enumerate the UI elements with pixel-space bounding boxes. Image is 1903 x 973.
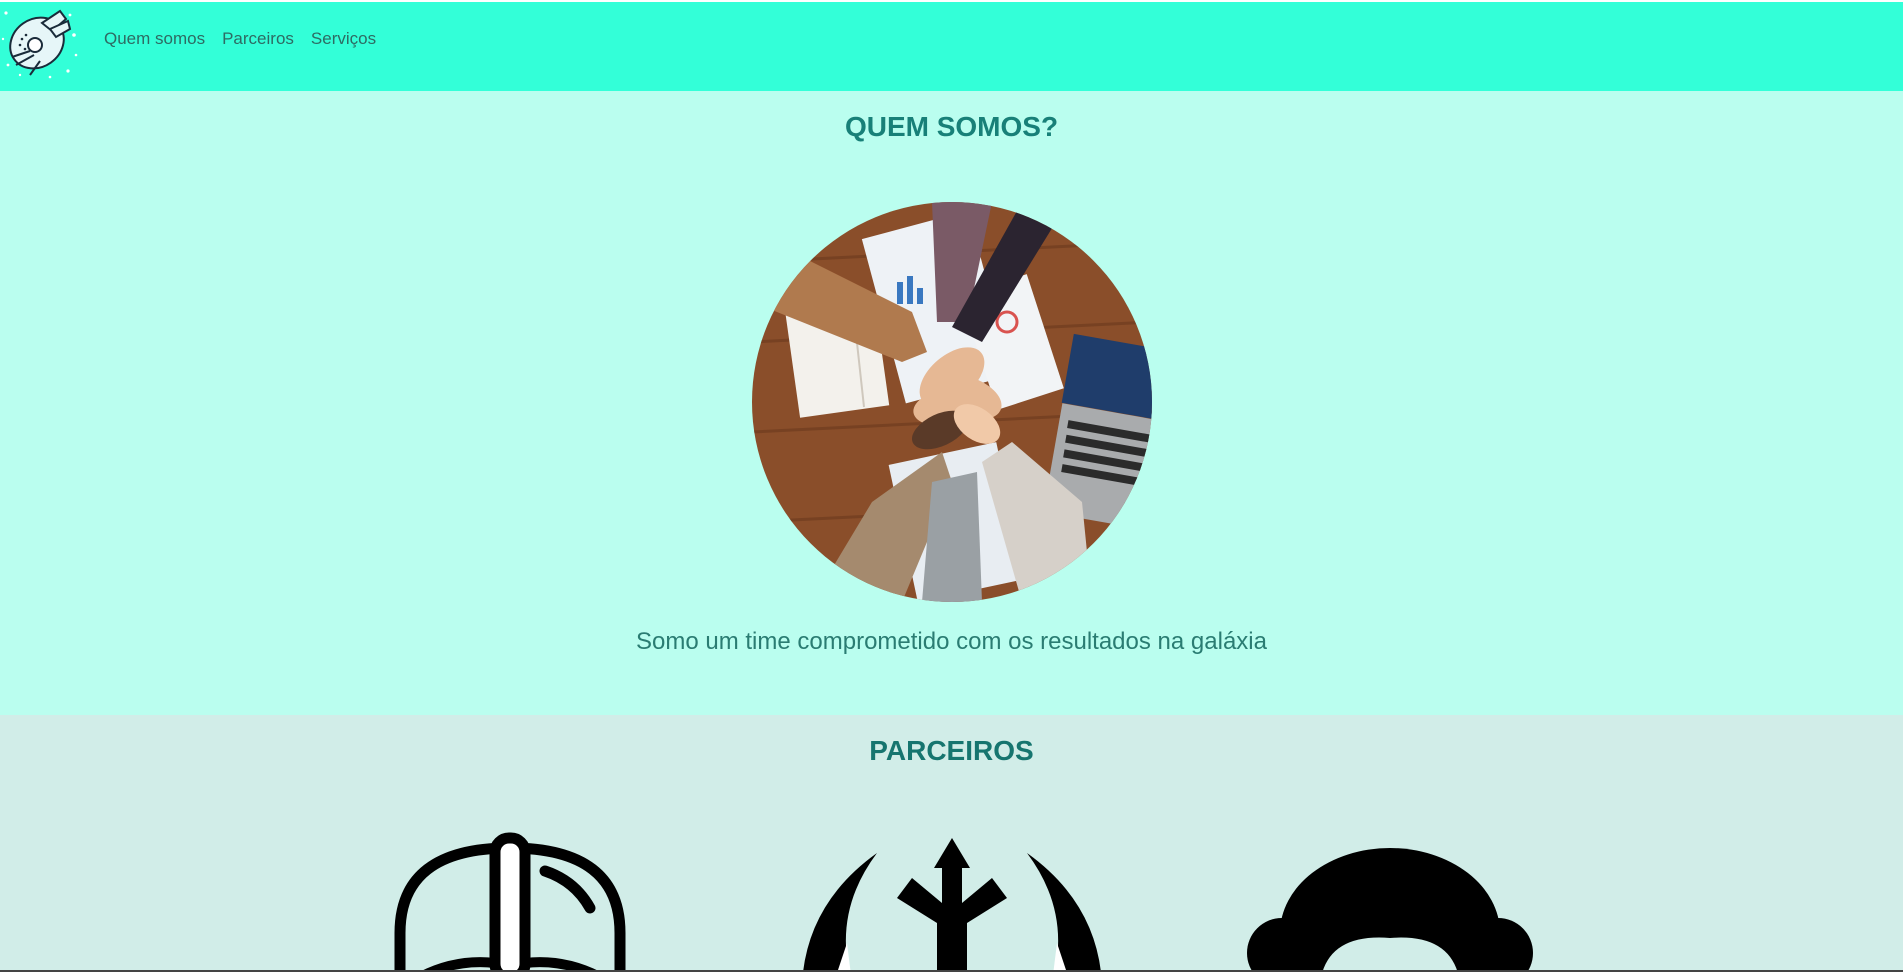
page: Quem somos Parceiros Serviços QUEM SOMOS… <box>0 2 1903 972</box>
top-header: Quem somos Parceiros Serviços <box>0 2 1903 91</box>
nav-link-servicos[interactable]: Serviços <box>311 29 376 49</box>
princess-leia-icon <box>1232 823 1552 972</box>
team-hands-photo <box>752 202 1152 602</box>
quem-somos-section: QUEM SOMOS? Somo um time comprometido co… <box>0 91 1903 715</box>
darth-vader-helmet-icon <box>350 823 670 972</box>
parceiros-section: PARCEIROS <box>0 715 1903 972</box>
quem-somos-title: QUEM SOMOS? <box>844 111 1059 142</box>
rebel-alliance-icon <box>792 823 1112 972</box>
nav-link-quem-somos[interactable]: Quem somos <box>104 29 205 49</box>
quem-somos-description: Somo um time comprometido com os resulta… <box>636 628 1267 655</box>
page-bottom-border <box>0 970 1903 972</box>
nav-link-parceiros[interactable]: Parceiros <box>222 29 294 49</box>
main-nav: Quem somos Parceiros Serviços <box>104 29 376 49</box>
millennium-falcon-icon[interactable] <box>0 5 80 80</box>
parceiros-title: PARCEIROS <box>869 735 1034 766</box>
